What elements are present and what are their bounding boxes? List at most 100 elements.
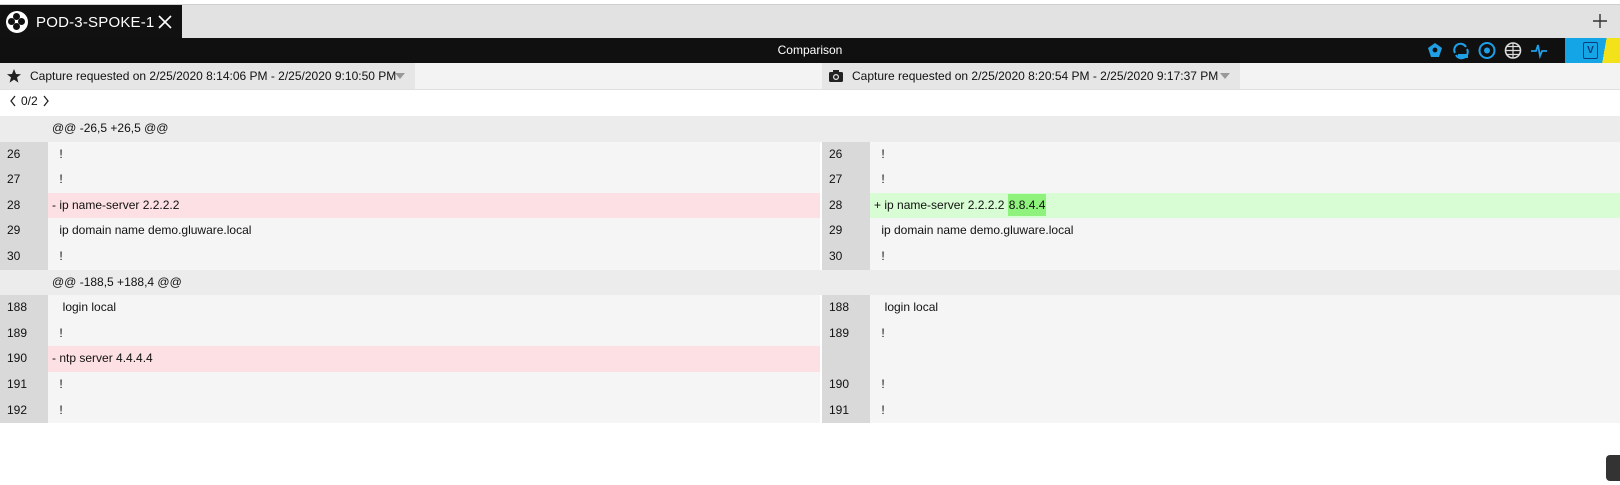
left-line: 191 ! [0, 371, 820, 398]
line-number: 28 [822, 192, 870, 219]
code-line [870, 346, 1620, 372]
code-text: ! [878, 376, 885, 391]
code-text: ! [56, 325, 63, 340]
pulse-icon[interactable] [1529, 41, 1549, 60]
page-title: Comparison [777, 43, 843, 57]
code-line: ! [48, 243, 820, 270]
code-line: ip domain name demo.gluware.local [870, 218, 1620, 244]
right-line: 189 ! [822, 320, 1620, 347]
code-text: ! [56, 402, 63, 417]
code-line: - ntp server 4.4.4.4 [48, 346, 820, 372]
tab-strip: POD-3-SPOKE-1 [0, 4, 1620, 39]
code-text: ! [878, 172, 885, 187]
line-number: 191 [822, 397, 870, 424]
right-line: 26 ! [822, 141, 1620, 168]
hunk-header: @@ -26,5 +26,5 @@ [0, 116, 1620, 142]
line-number: 190 [0, 346, 48, 372]
capture-bar: Capture requested on 2/25/2020 8:14:06 P… [0, 63, 1620, 90]
code-text: ! [878, 146, 885, 161]
line-number: 189 [0, 320, 48, 347]
diff-row: 190 - ntp server 4.4.4.4 [0, 346, 1620, 372]
tab-title: POD-3-SPOKE-1 [36, 13, 155, 31]
feedback-tab[interactable] [1606, 455, 1620, 481]
code-text: ! [56, 146, 63, 161]
diff-row: 26 ! 26 ! [0, 141, 1620, 168]
line-number: 29 [822, 218, 870, 244]
line-number: 191 [0, 371, 48, 398]
code-line: ! [870, 371, 1620, 398]
line-number: 30 [822, 243, 870, 270]
line-number: 192 [0, 397, 48, 424]
diff-row: 29 ip domain name demo.gluware.local 29 i… [0, 218, 1620, 244]
globe-icon[interactable] [1503, 41, 1523, 60]
diff-row: 189 ! 189 ! [0, 320, 1620, 347]
eye-icon[interactable] [1477, 41, 1497, 60]
chevron-right-icon[interactable] [41, 94, 51, 108]
diff-view: @@ -26,5 +26,5 @@ 26 ! 26 ! 27 ! 27 ! 28- ip … [0, 116, 1620, 424]
code-line: - ip name-server 2.2.2.2 [48, 192, 820, 219]
code-line: ! [870, 397, 1620, 424]
code-line: + ip name-server 2.2.2.2 8.8.4.4 [870, 192, 1620, 219]
code-line: ! [48, 320, 820, 347]
code-line: ! [870, 141, 1620, 168]
diff-row: 192 ! 191 ! [0, 397, 1620, 424]
code-text: - ip name-server 2.2.2.2 [52, 197, 180, 212]
line-number: 27 [822, 167, 870, 193]
left-line: 189 ! [0, 320, 820, 347]
gluware-logo-icon [6, 11, 28, 33]
code-line: ! [870, 167, 1620, 193]
topology-icon[interactable] [1425, 41, 1445, 60]
left-capture-select[interactable]: Capture requested on 2/25/2020 8:14:06 P… [0, 63, 415, 89]
comparison-header: Comparison V [0, 38, 1620, 63]
right-capture-select[interactable]: Capture requested on 2/25/2020 8:20:54 P… [822, 63, 1240, 89]
line-number: 190 [822, 371, 870, 398]
tab-pod-3-spoke-1[interactable]: POD-3-SPOKE-1 [0, 5, 182, 39]
line-number: 188 [822, 295, 870, 321]
code-line: ! [48, 371, 820, 398]
diff-row: 27 ! 27 ! [0, 167, 1620, 193]
right-line: 188 login local [822, 295, 1620, 321]
code-line: ! [870, 243, 1620, 270]
changed-text-highlight: 8.8.4.4 [1007, 193, 1047, 216]
diff-counter: 0/2 [21, 94, 38, 108]
right-line: 27 ! [822, 167, 1620, 193]
hunk-header: @@ -188,5 +188,4 @@ [0, 269, 1620, 296]
left-line: 27 ! [0, 167, 820, 193]
code-text: ! [878, 325, 885, 340]
sync-icon[interactable] [1451, 41, 1471, 60]
chevron-left-icon[interactable] [8, 94, 18, 108]
line-number [822, 346, 870, 372]
right-line [822, 346, 1620, 372]
right-capture-label: Capture requested on 2/25/2020 8:20:54 P… [852, 69, 1219, 83]
add-tab-icon[interactable] [1590, 11, 1610, 31]
code-text: ! [56, 172, 63, 187]
chevron-down-icon[interactable] [395, 73, 405, 79]
close-icon[interactable] [156, 13, 174, 31]
left-line: 29 ip domain name demo.gluware.local [0, 218, 820, 244]
line-number: 189 [822, 320, 870, 347]
line-number: 188 [0, 295, 48, 321]
code-text: ip domain name demo.gluware.local [56, 223, 252, 238]
left-line: 28 - ip name-server 2.2.2.2 [0, 192, 820, 219]
code-line: ! [870, 320, 1620, 347]
code-line: ! [48, 141, 820, 168]
star-icon [7, 69, 21, 83]
diff-row: 188 login local 188 login local [0, 295, 1620, 321]
code-text: ! [56, 248, 63, 263]
diff-row: 191 ! 190 ! [0, 371, 1620, 398]
right-line: 190 ! [822, 371, 1620, 398]
right-line: 30 ! [822, 243, 1620, 270]
left-line: 26 ! [0, 141, 820, 168]
code-line: login local [870, 295, 1620, 321]
line-number: 28 [0, 192, 48, 219]
line-number: 29 [0, 218, 48, 244]
code-text: + ip name-server 2.2.2.2 [874, 197, 1008, 212]
brand-logo: V [1583, 42, 1598, 59]
brand-badge: V [1565, 38, 1620, 63]
left-line: 190 - ntp server 4.4.4.4 [0, 346, 820, 372]
chevron-down-icon[interactable] [1220, 73, 1230, 79]
code-text: login local [878, 300, 939, 315]
code-text: ip domain name demo.gluware.local [878, 223, 1074, 238]
left-line: 30 ! [0, 243, 820, 270]
line-number: 27 [0, 167, 48, 193]
